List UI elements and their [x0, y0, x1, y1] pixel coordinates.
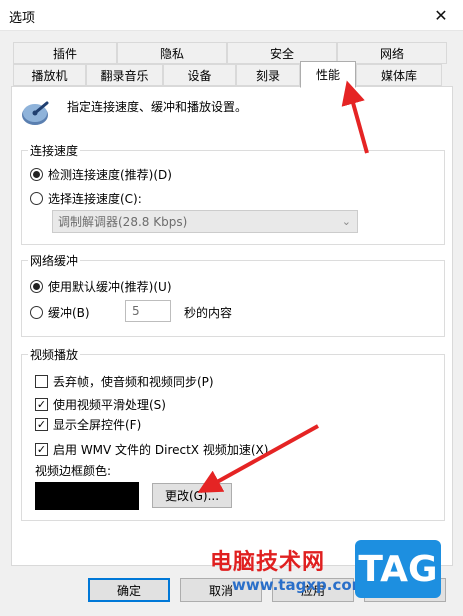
tab-performance[interactable]: 性能	[300, 61, 356, 88]
video-playback-label: 视频播放	[28, 346, 81, 363]
custom-buffer-label: 缓冲(B)	[48, 306, 90, 320]
buffer-seconds-input[interactable]: 5	[125, 300, 171, 322]
connection-speed-label: 连接速度	[28, 142, 81, 159]
close-icon[interactable]: ✕	[419, 0, 463, 31]
buffer-seconds-suffix: 秒的内容	[184, 306, 233, 320]
radio-unselected	[30, 192, 43, 205]
watermark-url: www.tagxp.com	[232, 576, 368, 594]
tab-privacy[interactable]: 隐私	[117, 42, 227, 64]
radio-unselected	[30, 306, 43, 319]
checkmark-icon: ✓	[35, 443, 48, 456]
chevron-down-icon: ⌄	[341, 215, 351, 228]
network-buffer-label: 网络缓冲	[28, 252, 81, 269]
tab-library[interactable]: 媒体库	[356, 64, 442, 86]
smoothing-checkbox[interactable]: ✓ 使用视频平滑处理(S)	[35, 396, 166, 413]
performance-panel: 指定连接速度、缓冲和播放设置。 连接速度 检测连接速度(推荐)(D) 选择连接速…	[11, 86, 453, 566]
watermark-text: 电脑技术网	[210, 550, 326, 575]
detect-speed-label: 检测连接速度(推荐)(D)	[48, 168, 172, 182]
window-title: 选项	[9, 11, 36, 26]
fullscreen-controls-checkbox[interactable]: ✓ 显示全屏控件(F)	[35, 416, 141, 433]
custom-buffer-radio[interactable]: 缓冲(B)	[30, 304, 90, 321]
default-buffer-label: 使用默认缓冲(推荐)(U)	[48, 280, 172, 294]
performance-icon	[22, 101, 49, 125]
directx-label: 启用 WMV 文件的 DirectX 视频加速(X)	[53, 443, 269, 457]
checkmark-icon: ✓	[35, 418, 48, 431]
border-color-label: 视频边框颜色:	[35, 464, 112, 478]
drop-frames-checkbox[interactable]: 丢弃帧，使音频和视频同步(P)	[35, 373, 214, 390]
network-buffer-group: 网络缓冲 使用默认缓冲(推荐)(U) 缓冲(B) 5 秒的内容	[21, 252, 445, 337]
video-playback-group: 视频播放 丢弃帧，使音频和视频同步(P) ✓ 使用视频平滑处理(S) ✓ 显示全…	[21, 346, 445, 521]
radio-selected	[30, 168, 43, 181]
intro-text: 指定连接速度、缓冲和播放设置。	[67, 100, 248, 114]
fullscreen-controls-label: 显示全屏控件(F)	[53, 418, 142, 432]
checkbox-unchecked	[35, 375, 48, 388]
ok-button[interactable]: 确定	[88, 578, 170, 602]
tab-devices[interactable]: 设备	[163, 64, 236, 86]
speed-select[interactable]: 调制解调器(28.8 Kbps) ⌄	[52, 210, 358, 233]
smoothing-label: 使用视频平滑处理(S)	[53, 398, 166, 412]
speed-select-value: 调制解调器(28.8 Kbps)	[58, 215, 188, 229]
tab-plugins[interactable]: 插件	[13, 42, 117, 64]
radio-selected	[30, 280, 43, 293]
connection-speed-group: 连接速度 检测连接速度(推荐)(D) 选择连接速度(C): 调制解调器(28.8…	[21, 142, 445, 245]
change-color-button[interactable]: 更改(G)...	[152, 483, 232, 508]
tab-player[interactable]: 播放机	[13, 64, 86, 86]
default-buffer-radio[interactable]: 使用默认缓冲(推荐)(U)	[30, 278, 172, 295]
tab-rip-music[interactable]: 翻录音乐	[86, 64, 163, 86]
checkmark-icon: ✓	[35, 398, 48, 411]
title-bar: 选项 ✕	[0, 0, 463, 31]
directx-checkbox[interactable]: ✓ 启用 WMV 文件的 DirectX 视频加速(X)	[35, 441, 268, 458]
detect-speed-radio[interactable]: 检测连接速度(推荐)(D)	[30, 166, 172, 183]
drop-frames-label: 丢弃帧，使音频和视频同步(P)	[53, 375, 214, 389]
tab-burn[interactable]: 刻录	[236, 64, 300, 86]
choose-speed-label: 选择连接速度(C):	[48, 192, 142, 206]
choose-speed-radio[interactable]: 选择连接速度(C):	[30, 190, 142, 207]
watermark-logo: TAG	[355, 540, 441, 598]
border-color-swatch	[35, 482, 139, 510]
